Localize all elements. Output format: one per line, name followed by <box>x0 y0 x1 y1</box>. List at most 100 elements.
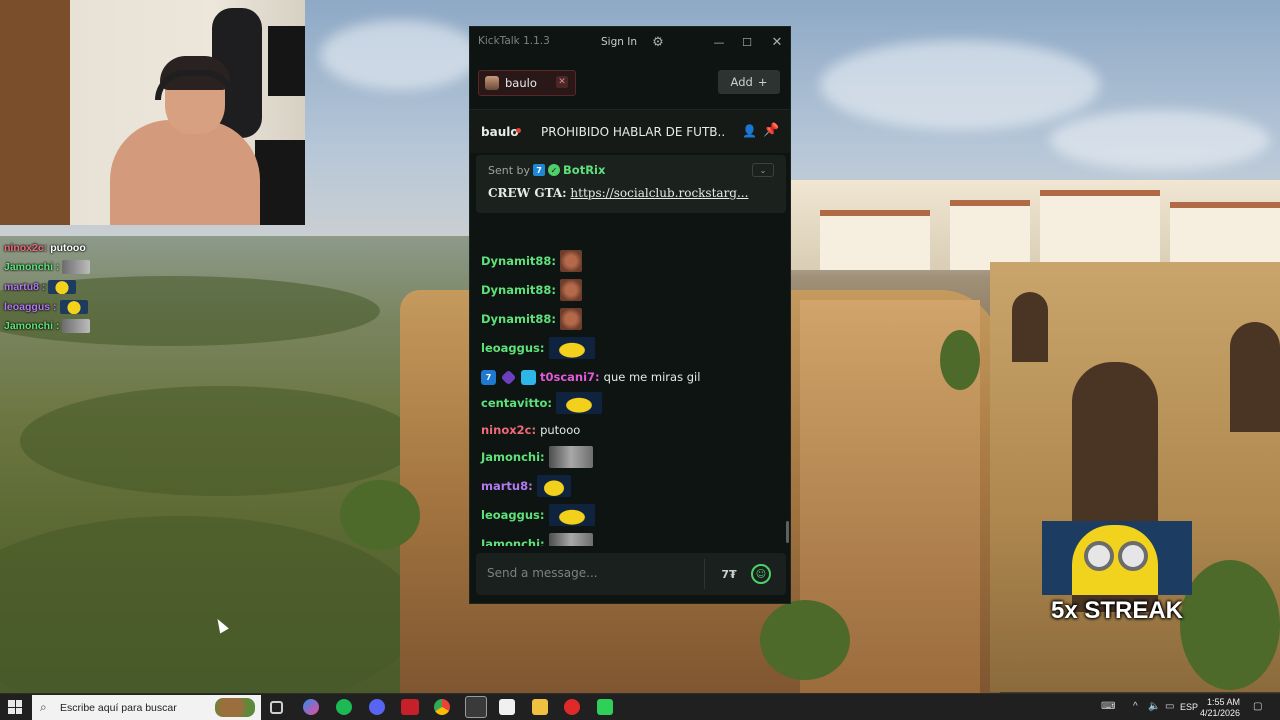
keyboard-icon[interactable]: ⌨ <box>1101 701 1115 712</box>
chat-message: Dynamit88: <box>481 249 583 273</box>
notification-icon[interactable]: ▢ <box>1253 701 1262 712</box>
windows-start-icon[interactable] <box>8 700 22 714</box>
user-icon[interactable]: 👤 <box>742 124 757 138</box>
emote-picker-icon[interactable]: ☺ <box>751 564 771 584</box>
chat-messages[interactable]: Sent by 7 ✓ BotRix CREW GTA: https://soc… <box>470 153 786 546</box>
cloud <box>320 20 480 90</box>
spotify-icon[interactable] <box>336 699 352 715</box>
app-icon[interactable] <box>401 699 419 715</box>
username[interactable]: martu8: <box>481 479 533 493</box>
language-indicator[interactable]: ESP <box>1180 702 1198 713</box>
emote <box>536 475 571 497</box>
chrome-icon[interactable] <box>434 699 450 715</box>
chat-message: centavitto: <box>481 391 602 415</box>
epic-games-icon[interactable] <box>499 699 515 715</box>
chat-message: Dynamit88: <box>481 278 583 302</box>
taskbar-search[interactable]: ⌕ Escribe aquí para buscar <box>32 695 261 720</box>
message-input[interactable]: Send a message... <box>487 566 687 580</box>
emote <box>560 279 583 301</box>
overlay-emote <box>59 299 88 314</box>
plus-icon: + <box>757 75 768 89</box>
town <box>790 180 1280 270</box>
username[interactable]: Dynamit88: <box>481 254 556 268</box>
search-input[interactable]: Escribe aquí para buscar <box>60 702 177 714</box>
channel-header: baulo PROHIBIDO HABLAR DE FUTB... 👤 📌 <box>470 109 790 153</box>
emote <box>548 533 593 546</box>
obs-icon[interactable] <box>465 696 487 718</box>
close-icon[interactable]: ✕ <box>767 32 787 52</box>
taskbar: ⌕ Escribe aquí para buscar ⌨ ^ 🔈 ▭ ESP 1… <box>0 693 1280 720</box>
subscriber-badge-icon <box>521 369 536 385</box>
overlay-message-text: putooo <box>50 241 86 254</box>
username[interactable]: leoaggus: <box>481 341 545 355</box>
username[interactable]: ninox2c: <box>481 423 536 437</box>
chat-message: Jamonchi: <box>481 532 593 546</box>
door <box>0 0 70 225</box>
overlay-emote <box>62 260 91 275</box>
settings-gear-icon[interactable]: ⚙ <box>648 32 668 52</box>
chat-scrollbar[interactable] <box>785 153 790 546</box>
emote <box>548 504 595 526</box>
kick-icon[interactable] <box>597 699 613 715</box>
chat-message: Jamonchi: <box>481 445 593 469</box>
streamer-body <box>110 120 260 225</box>
chevron-up-icon[interactable]: ^ <box>1133 701 1138 712</box>
sign-in-button[interactable]: Sign In <box>595 32 643 52</box>
file-explorer-icon[interactable] <box>532 699 548 715</box>
stream-chat-overlay: ninox2c: putooo Jamonchi : martu8 : leoa… <box>4 238 114 336</box>
channel-tab-label: baulo <box>505 76 537 90</box>
maximize-icon[interactable]: ☐ <box>737 32 757 52</box>
overlay-chat-line: Jamonchi : <box>4 316 114 336</box>
add-channel-button[interactable]: Add + <box>718 70 780 94</box>
discord-icon[interactable] <box>369 699 385 715</box>
clock-time: 1:55 AM <box>1206 697 1240 707</box>
message-input-area: Send a message... 7₮ ☺ <box>476 553 786 595</box>
streak-text: 5x STREAK <box>1050 597 1184 624</box>
overlay-emote <box>62 319 91 334</box>
channel-tab-baulo[interactable]: baulo ✕ <box>478 70 576 96</box>
streak-alert: 5x STREAK <box>1042 521 1192 631</box>
username[interactable]: Jamonchi: <box>481 450 545 464</box>
network-icon[interactable]: ▭ <box>1165 701 1174 712</box>
username[interactable]: Dynamit88: <box>481 283 556 297</box>
gem-badge-icon <box>500 369 517 385</box>
search-highlight-image <box>215 698 255 717</box>
volume-icon[interactable]: 🔈 <box>1148 701 1160 712</box>
scrollbar-thumb[interactable] <box>786 521 789 543</box>
username[interactable]: centavitto: <box>481 396 552 410</box>
channel-avatar <box>485 76 499 90</box>
streak-minion-image <box>1042 521 1192 595</box>
cloud <box>1050 110 1270 170</box>
overlay-emote <box>48 279 77 294</box>
chat-message: leoaggus: <box>481 336 595 360</box>
overlay-username: ninox2c: <box>4 241 48 254</box>
kick-emotes-icon[interactable]: 7₮ <box>719 564 739 584</box>
username[interactable]: t0scani7: <box>540 370 600 384</box>
kicktalk-window: KickTalk 1.1.3 Sign In ⚙ — ☐ ✕ baulo ✕ A… <box>469 26 791 604</box>
pinned-label: CREW GTA: <box>488 186 567 200</box>
pinned-link[interactable]: https://socialclub.rockstarg... <box>570 186 748 200</box>
emote <box>548 337 595 359</box>
username[interactable]: Dynamit88: <box>481 312 556 326</box>
clock[interactable]: 1:55 AM 4/21/2026 <box>1198 697 1240 719</box>
divider <box>704 559 705 589</box>
minimize-icon[interactable]: — <box>709 32 729 52</box>
overlay-username: leoaggus : <box>4 300 57 313</box>
username[interactable]: Jamonchi: <box>481 537 545 546</box>
task-view-icon[interactable] <box>270 701 283 714</box>
chair <box>255 140 305 225</box>
emote <box>560 250 583 272</box>
close-tab-icon[interactable]: ✕ <box>556 76 568 88</box>
search-icon: ⌕ <box>40 700 47 714</box>
overlay-chat-line: Jamonchi : <box>4 258 114 278</box>
copilot-icon[interactable] <box>303 699 319 715</box>
pinned-message: Sent by 7 ✓ BotRix CREW GTA: https://soc… <box>476 155 786 213</box>
overlay-username: martu8 : <box>4 280 46 293</box>
chevron-down-icon[interactable]: ⌄ <box>752 163 774 177</box>
monitor <box>268 26 305 96</box>
pin-icon[interactable]: 📌 <box>763 123 779 138</box>
sent-by-label: Sent by <box>488 163 531 177</box>
username[interactable]: leoaggus: <box>481 508 545 522</box>
add-label: Add <box>730 75 753 89</box>
opera-icon[interactable] <box>564 699 580 715</box>
